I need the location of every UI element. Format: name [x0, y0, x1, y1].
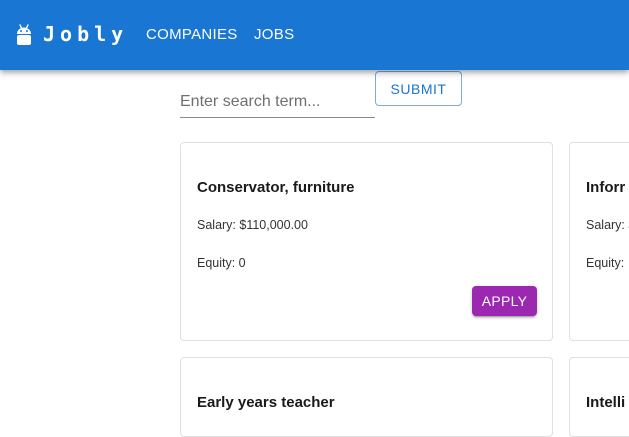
brand-logo[interactable]: Jobly: [43, 22, 128, 46]
job-equity: Equity: 0: [197, 256, 246, 270]
apply-button[interactable]: APPLY: [472, 286, 537, 316]
job-salary: Salary: $: [586, 218, 629, 232]
nav-jobs-link[interactable]: JOBS: [254, 26, 294, 43]
job-card: Early years teacher: [180, 357, 553, 437]
job-salary: Salary: $110,000.00: [197, 218, 308, 232]
job-card: Conservator, furniture Salary: $110,000.…: [180, 142, 553, 341]
android-icon[interactable]: [16, 24, 32, 46]
job-card: Intelli: [569, 357, 629, 437]
job-title: Conservator, furniture: [197, 179, 355, 196]
job-card: Inforr Salary: $ Equity:: [569, 142, 629, 341]
submit-button[interactable]: SUBMIT: [375, 71, 462, 106]
app-bar: Jobly COMPANIES JOBS: [0, 0, 629, 70]
job-equity: Equity:: [586, 256, 625, 270]
job-title: Early years teacher: [197, 394, 335, 411]
nav-companies-link[interactable]: COMPANIES: [146, 26, 238, 43]
job-title: Intelli: [586, 394, 626, 411]
search-input[interactable]: [180, 86, 375, 118]
job-title: Inforr: [586, 179, 626, 196]
